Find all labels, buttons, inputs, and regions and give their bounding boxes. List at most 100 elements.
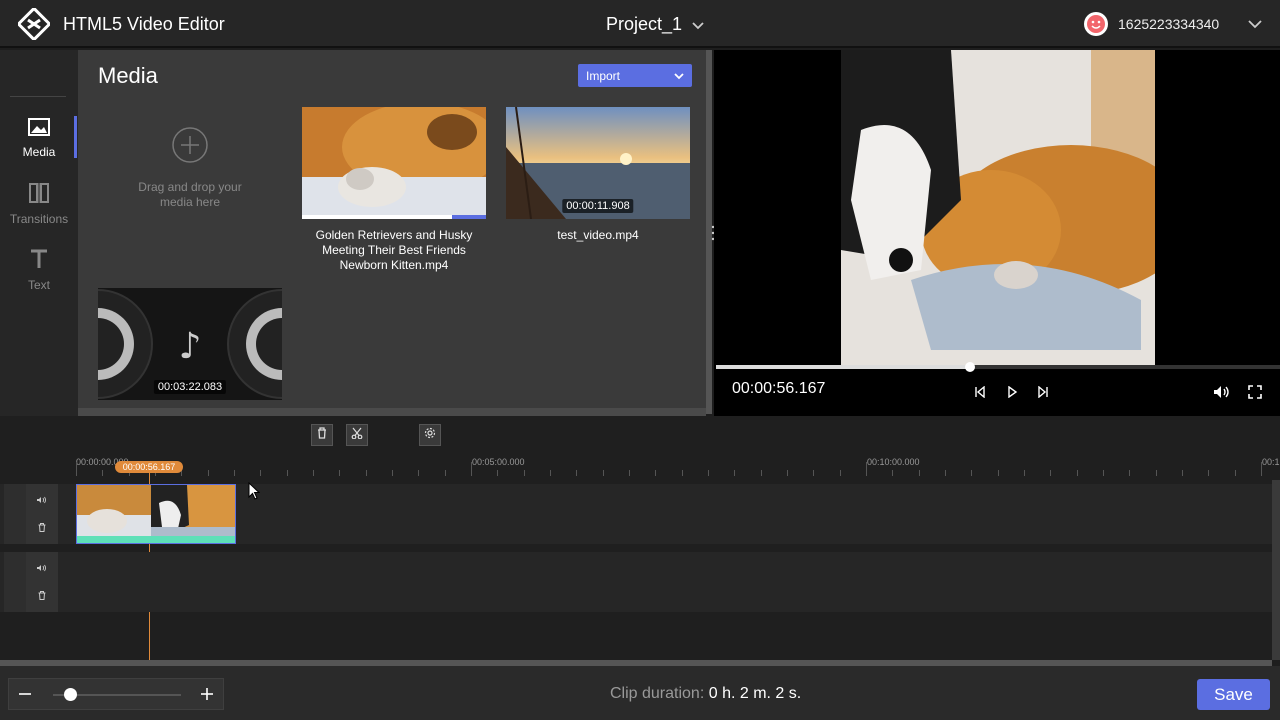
ruler-tick bbox=[629, 470, 630, 476]
ruler-tick bbox=[708, 470, 709, 476]
ruler-label: 00:1 bbox=[1262, 457, 1280, 467]
track-header-handle bbox=[4, 484, 26, 544]
zoom-slider-knob[interactable] bbox=[63, 688, 77, 701]
media-thumbnail[interactable] bbox=[302, 107, 486, 219]
ruler-tick bbox=[392, 470, 393, 476]
preview-progress-fill bbox=[716, 365, 970, 369]
ruler-tick bbox=[602, 470, 604, 476]
save-button[interactable]: Save bbox=[1197, 679, 1270, 710]
dogs-kitten-thumbnail-image bbox=[302, 107, 486, 219]
ruler-tick bbox=[1129, 470, 1131, 476]
preview-frame-image bbox=[841, 50, 1155, 365]
ruler-tick bbox=[839, 470, 841, 476]
play-icon[interactable] bbox=[1002, 382, 1022, 402]
playhead-time-badge[interactable]: 00:00:56.167 bbox=[115, 461, 183, 473]
ruler-tick bbox=[497, 470, 499, 476]
track-header-controls bbox=[26, 552, 58, 612]
timeline-vertical-scrollbar[interactable] bbox=[1272, 480, 1280, 660]
ruler-tick bbox=[102, 470, 104, 476]
sidebar-item-label: Transitions bbox=[9, 211, 69, 226]
ruler-tick bbox=[681, 470, 683, 476]
ruler-tick bbox=[339, 470, 341, 476]
sidebar-item-label: Media bbox=[22, 144, 56, 159]
app-logo-icon bbox=[16, 6, 52, 42]
ruler-tick bbox=[945, 470, 946, 476]
gear-icon bbox=[424, 426, 436, 444]
drop-text-line-1: Drag and drop your bbox=[138, 180, 242, 194]
import-label: Import bbox=[586, 68, 621, 83]
fullscreen-icon[interactable] bbox=[1245, 382, 1265, 402]
ruler-tick bbox=[207, 470, 209, 476]
sidebar-item-media[interactable]: Media bbox=[0, 108, 78, 168]
timeline: 00:00:00.000 00:05:00.000 00:10:00.000 0… bbox=[0, 416, 1280, 666]
user-chevron-down-icon[interactable] bbox=[1248, 16, 1262, 34]
ruler-tick bbox=[418, 470, 420, 476]
ruler-tick bbox=[787, 470, 788, 476]
transitions-icon bbox=[29, 182, 49, 206]
clip-audio-bar bbox=[77, 536, 235, 543]
trash-icon bbox=[317, 426, 327, 444]
ruler-tick bbox=[997, 470, 999, 476]
media-thumbnail[interactable]: 00:00:11.908 bbox=[506, 107, 690, 219]
ruler-tick bbox=[892, 470, 894, 476]
ruler-tick bbox=[1076, 470, 1078, 476]
trash-icon[interactable] bbox=[38, 587, 46, 605]
ruler-tick bbox=[813, 470, 815, 476]
settings-button[interactable] bbox=[419, 424, 441, 446]
media-panel-bottom-bar bbox=[78, 408, 706, 416]
clip-duration: Clip duration: 0 h. 2 m. 2 s. bbox=[610, 685, 801, 703]
ruler-tick bbox=[760, 470, 762, 476]
timeline-ruler[interactable]: 00:00:00.000 00:05:00.000 00:10:00.000 0… bbox=[76, 454, 1280, 476]
media-panel: Media Import Drag and drop your media he… bbox=[78, 50, 706, 408]
clip-duration-value: 0 h. 2 m. 2 s. bbox=[708, 685, 802, 702]
ruler-tick bbox=[1155, 470, 1157, 476]
media-item-name: Golden Retrievers and Husky Meeting Thei… bbox=[315, 228, 473, 272]
ruler-tick bbox=[523, 470, 525, 476]
duration-badge: 00:00:11.908 bbox=[562, 199, 634, 213]
svg-text:♪: ♪ bbox=[179, 326, 202, 367]
user-id: 1625223334340 bbox=[1118, 16, 1220, 32]
project-selector[interactable]: Project_1 bbox=[606, 14, 704, 35]
ruler-tick bbox=[471, 462, 472, 476]
add-circle-icon bbox=[171, 126, 209, 168]
timeline-video-clip[interactable] bbox=[76, 484, 236, 544]
trash-icon[interactable] bbox=[38, 519, 46, 537]
ruler-tick bbox=[286, 470, 288, 476]
ruler-tick bbox=[1103, 470, 1104, 476]
user-avatar-icon bbox=[1084, 12, 1108, 36]
ruler-tick bbox=[1182, 470, 1183, 476]
volume-icon[interactable] bbox=[37, 559, 47, 577]
ruler-tick bbox=[1024, 470, 1025, 476]
ruler-tick bbox=[1261, 462, 1262, 476]
media-thumbnail-audio[interactable]: ♪ 00:03:22.083 bbox=[98, 288, 282, 400]
step-forward-icon[interactable] bbox=[1033, 382, 1053, 402]
media-title: Media bbox=[98, 63, 158, 88]
zoom-out-icon[interactable] bbox=[19, 687, 31, 706]
import-button[interactable]: Import bbox=[578, 64, 692, 87]
preview-progress-knob[interactable] bbox=[964, 362, 975, 372]
ruler-tick bbox=[234, 470, 235, 476]
volume-icon[interactable] bbox=[37, 491, 47, 509]
ruler-tick bbox=[576, 470, 578, 476]
step-back-icon[interactable] bbox=[970, 382, 990, 402]
text-icon bbox=[30, 249, 48, 272]
volume-icon[interactable] bbox=[1212, 382, 1232, 402]
ruler-tick bbox=[260, 470, 262, 476]
preview-frame[interactable] bbox=[841, 50, 1155, 365]
thumbnail-progress-marker bbox=[452, 215, 486, 219]
media-item-name: test_video.mp4 bbox=[557, 228, 639, 242]
image-icon bbox=[28, 117, 50, 139]
track-header bbox=[4, 484, 58, 544]
split-clip-button[interactable] bbox=[346, 424, 368, 446]
sidebar-item-text[interactable]: Text bbox=[0, 240, 78, 300]
user-menu[interactable]: 1625223334340 bbox=[1084, 12, 1219, 36]
zoom-in-icon[interactable] bbox=[201, 687, 213, 706]
preview-progress-track[interactable] bbox=[716, 362, 1280, 372]
delete-clip-button[interactable] bbox=[311, 424, 333, 446]
sidebar-item-transitions[interactable]: Transitions bbox=[0, 174, 78, 234]
project-name: Project_1 bbox=[606, 14, 683, 34]
ruler-tick bbox=[1208, 470, 1210, 476]
video-preview: 00:00:56.167 bbox=[714, 50, 1280, 416]
media-drop-zone[interactable]: Drag and drop your media here bbox=[98, 107, 282, 219]
timeline-track-audio[interactable] bbox=[0, 552, 1272, 612]
